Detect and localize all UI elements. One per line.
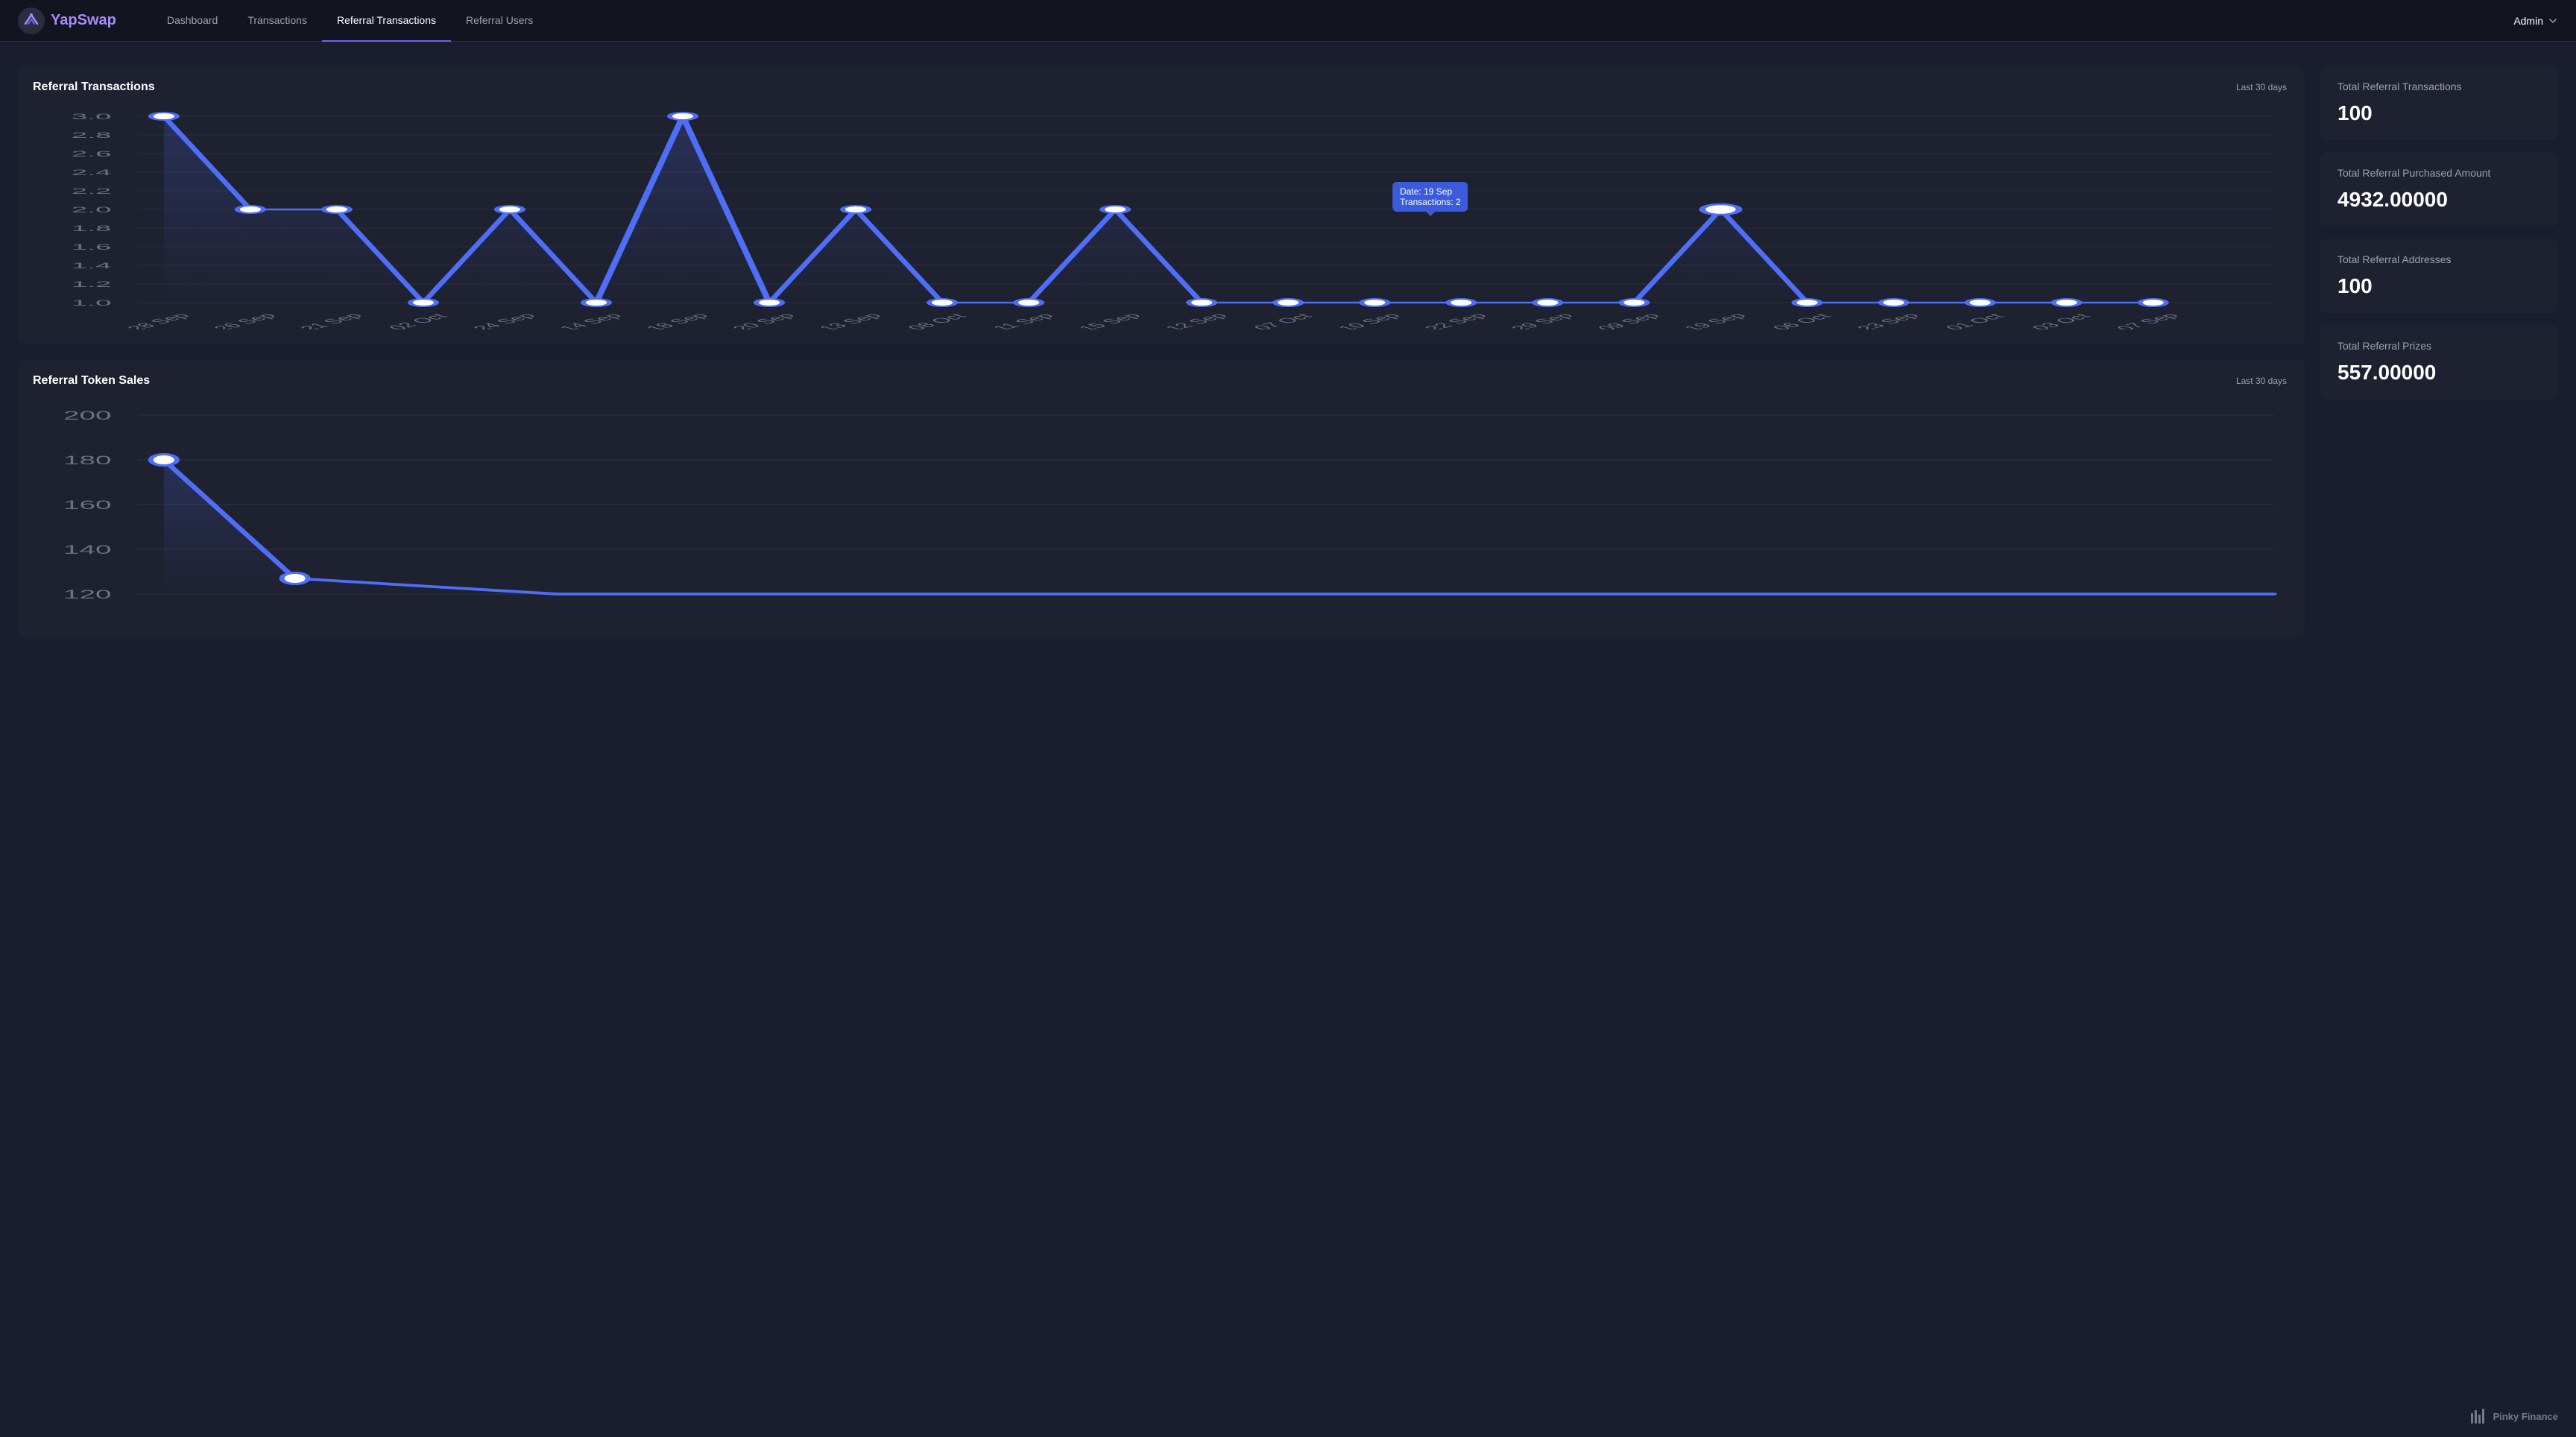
stat-total-referral-transactions: Total Referral Transactions 100 [2320, 66, 2558, 140]
svg-text:07 Sep: 07 Sep [2112, 312, 2183, 329]
svg-text:18 Sep: 18 Sep [641, 312, 713, 329]
svg-text:03 Oct: 03 Oct [2027, 312, 2094, 329]
svg-text:1.8: 1.8 [72, 224, 112, 233]
right-column: Total Referral Transactions 100 Total Re… [2320, 66, 2558, 399]
svg-text:28 Sep: 28 Sep [122, 312, 194, 329]
nav-links: Dashboard Transactions Referral Transact… [152, 0, 2513, 42]
chart2-title: Referral Token Sales [33, 374, 150, 388]
nav-dashboard[interactable]: Dashboard [152, 0, 233, 42]
svg-text:07 Oct: 07 Oct [1248, 312, 1316, 329]
stat-total-referral-purchased-amount-title: Total Referral Purchased Amount [2337, 167, 2540, 179]
svg-text:29 Sep: 29 Sep [1506, 312, 1578, 329]
svg-text:1.4: 1.4 [72, 261, 112, 270]
navbar: YapSwap Dashboard Transactions Referral … [0, 0, 2576, 42]
chart2-svg: 200 180 160 140 120 [33, 399, 2287, 623]
svg-text:08 Oct: 08 Oct [903, 312, 970, 329]
svg-text:2.4: 2.4 [72, 168, 112, 177]
stat-total-referral-transactions-value: 100 [2337, 101, 2540, 125]
svg-text:12 Sep: 12 Sep [1161, 312, 1232, 329]
svg-text:13 Sep: 13 Sep [814, 312, 886, 329]
stat-total-referral-purchased-amount-value: 4932.00000 [2337, 188, 2540, 212]
stat-total-referral-addresses-title: Total Referral Addresses [2337, 253, 2540, 265]
svg-text:21 Sep: 21 Sep [295, 312, 367, 329]
stat-total-referral-addresses-value: 100 [2337, 274, 2540, 298]
svg-text:11 Sep: 11 Sep [988, 312, 1058, 329]
footer-logo: Pinky Finance [2469, 1407, 2558, 1425]
svg-text:09 Sep: 09 Sep [1593, 312, 1664, 329]
svg-text:1.6: 1.6 [72, 242, 112, 251]
svg-text:24 Sep: 24 Sep [468, 312, 540, 329]
chart1-container: Date: 19 Sep Transactions: 2 3.0 2.8 2.6… [33, 106, 2287, 329]
stat-total-referral-prizes-title: Total Referral Prizes [2337, 340, 2540, 352]
pinky-finance-icon [2469, 1407, 2487, 1425]
stat-total-referral-transactions-title: Total Referral Transactions [2337, 80, 2540, 92]
svg-text:22 Sep: 22 Sep [1420, 312, 1491, 329]
svg-text:14 Sep: 14 Sep [555, 312, 626, 329]
chart2-header: Referral Token Sales Last 30 days [33, 374, 2287, 388]
nav-transactions[interactable]: Transactions [233, 0, 322, 42]
chart1-header: Referral Transactions Last 30 days [33, 80, 2287, 94]
main-content: Referral Transactions Last 30 days Date:… [0, 42, 2576, 662]
referral-token-sales-chart-card: Referral Token Sales Last 30 days 200 18… [18, 359, 2305, 638]
svg-text:140: 140 [63, 543, 112, 557]
logo-text: YapSwap [51, 12, 116, 29]
chart1-title: Referral Transactions [33, 80, 155, 94]
svg-text:200: 200 [63, 409, 112, 423]
chart1-svg: 3.0 2.8 2.6 2.4 2.2 2.0 1.8 1.6 1.4 1.2 … [33, 106, 2287, 329]
stat-total-referral-prizes-value: 557.00000 [2337, 361, 2540, 385]
chart2-container: 200 180 160 140 120 [33, 399, 2287, 623]
svg-text:1.0: 1.0 [72, 298, 112, 307]
chart1-period: Last 30 days [2236, 82, 2287, 92]
stat-total-referral-addresses: Total Referral Addresses 100 [2320, 239, 2558, 313]
left-column: Referral Transactions Last 30 days Date:… [18, 66, 2305, 638]
svg-text:02 Oct: 02 Oct [384, 312, 452, 329]
svg-text:19 Sep: 19 Sep [1679, 312, 1751, 329]
stat-total-referral-prizes: Total Referral Prizes 557.00000 [2320, 325, 2558, 399]
admin-label: Admin [2513, 15, 2543, 27]
svg-text:15 Sep: 15 Sep [1074, 312, 1146, 329]
svg-text:2.6: 2.6 [72, 149, 112, 158]
svg-text:26 Sep: 26 Sep [209, 312, 280, 329]
svg-text:160: 160 [63, 499, 112, 512]
referral-transactions-chart-card: Referral Transactions Last 30 days Date:… [18, 66, 2305, 344]
svg-text:2.0: 2.0 [72, 205, 112, 214]
svg-text:06 Oct: 06 Oct [1767, 312, 1835, 329]
svg-text:01 Oct: 01 Oct [1940, 312, 2008, 329]
nav-referral-users[interactable]: Referral Users [451, 0, 548, 42]
svg-text:20 Sep: 20 Sep [727, 312, 799, 329]
chevron-down-icon [2548, 16, 2558, 26]
svg-text:1.2: 1.2 [72, 279, 112, 288]
svg-text:180: 180 [63, 454, 112, 467]
footer-brand: Pinky Finance [2493, 1411, 2558, 1422]
svg-text:10 Sep: 10 Sep [1333, 312, 1405, 329]
svg-text:120: 120 [63, 588, 112, 601]
nav-referral-transactions[interactable]: Referral Transactions [322, 0, 451, 42]
admin-menu[interactable]: Admin [2513, 15, 2558, 27]
svg-text:23 Sep: 23 Sep [1852, 312, 1924, 329]
svg-text:2.8: 2.8 [72, 130, 112, 139]
stat-total-referral-purchased-amount: Total Referral Purchased Amount 4932.000… [2320, 152, 2558, 227]
svg-text:3.0: 3.0 [72, 112, 112, 121]
logo-icon [18, 7, 45, 34]
chart2-period: Last 30 days [2236, 376, 2287, 386]
logo[interactable]: YapSwap [18, 7, 116, 34]
svg-text:2.2: 2.2 [72, 186, 112, 195]
